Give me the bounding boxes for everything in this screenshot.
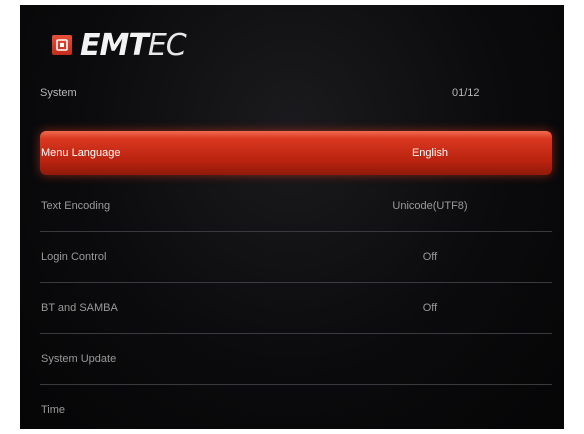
menu-item-value: Unicode(UTF8) bbox=[392, 200, 468, 212]
section-title: System bbox=[40, 87, 77, 99]
menu-item-value: Off bbox=[422, 302, 438, 314]
menu-item-menu-language[interactable]: Menu Language English bbox=[40, 131, 552, 175]
emtec-logo-icon bbox=[52, 35, 72, 55]
brand-wordmark: EMTEC bbox=[80, 27, 187, 63]
menu-item-login-control[interactable]: Login Control Off bbox=[40, 232, 552, 283]
menu-item-label: BT and SAMBA bbox=[41, 302, 118, 314]
menu-item-bt-and-samba[interactable]: BT and SAMBA Off bbox=[40, 283, 552, 334]
tv-screen: EMTEC System 01/12 Menu Language English… bbox=[20, 5, 564, 429]
page-indicator: 01/12 bbox=[452, 87, 480, 99]
menu-item-time[interactable]: Time bbox=[40, 385, 552, 429]
menu-item-system-update[interactable]: System Update bbox=[40, 334, 552, 385]
menu-item-label: Time bbox=[41, 404, 66, 416]
settings-header: System 01/12 bbox=[40, 87, 544, 107]
menu-item-value: Off bbox=[422, 251, 438, 263]
menu-item-label: Text Encoding bbox=[41, 200, 111, 212]
menu-item-label: Menu Language bbox=[41, 147, 121, 159]
brand-logo: EMTEC bbox=[52, 27, 187, 63]
menu-item-value: English bbox=[411, 147, 449, 159]
settings-menu: Menu Language English Text Encoding Unic… bbox=[40, 131, 552, 429]
menu-item-text-encoding[interactable]: Text Encoding Unicode(UTF8) bbox=[40, 181, 552, 232]
menu-item-label: Login Control bbox=[41, 251, 107, 263]
menu-item-label: System Update bbox=[41, 353, 117, 365]
